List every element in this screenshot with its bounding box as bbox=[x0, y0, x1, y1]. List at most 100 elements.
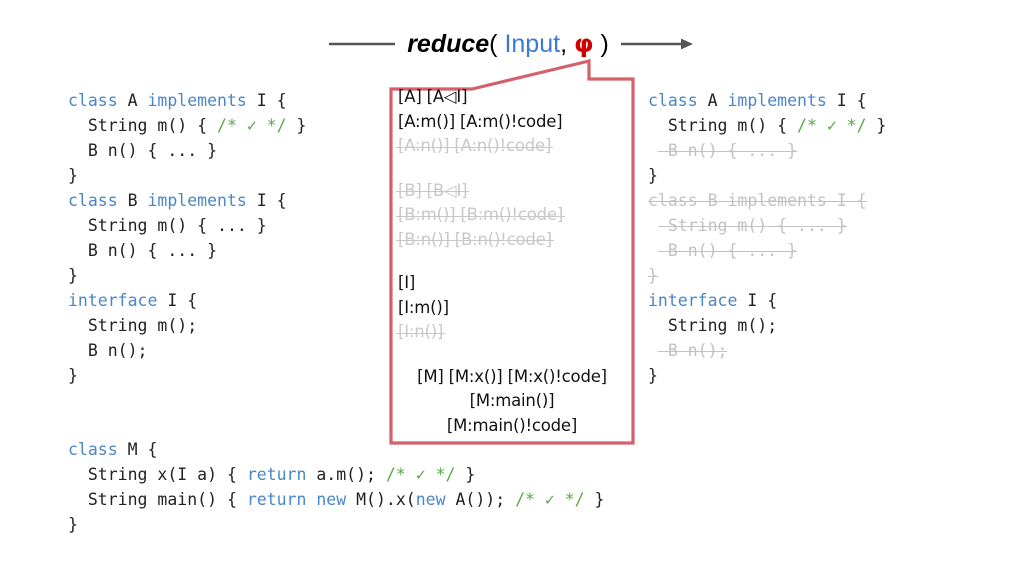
code-line: String m() { ... } bbox=[648, 213, 886, 238]
code-token: A bbox=[707, 91, 728, 110]
code-token: class bbox=[68, 191, 128, 210]
code-line: String m() { /* ✓ */ } bbox=[648, 113, 887, 138]
code-token: B n(); bbox=[667, 341, 728, 360]
code-line: interface I { bbox=[648, 288, 886, 313]
code-token: M { bbox=[127, 440, 158, 459]
code-line: } bbox=[68, 163, 306, 188]
code-line: class B implements I { bbox=[648, 188, 886, 213]
fact-line: [A:m()] [A:m()!code] bbox=[398, 111, 563, 131]
code-token: String m() { ... } bbox=[68, 216, 267, 235]
code-line: String m(); bbox=[68, 313, 306, 338]
code-token: } bbox=[286, 116, 307, 135]
struck-code: class B implements I { bbox=[648, 188, 867, 213]
code-token: } bbox=[648, 266, 658, 285]
fact-line-removed: [B:n()] [B:n()!code] bbox=[396, 228, 626, 253]
code-token: interface bbox=[648, 291, 748, 310]
code-token: B n() { ... } bbox=[667, 241, 798, 260]
fact-strikethrough: [B] [B◁I] bbox=[395, 179, 470, 204]
code-line: String m() { ... } bbox=[68, 213, 306, 238]
code-token: implements bbox=[147, 191, 257, 210]
code-token: String main() { bbox=[68, 490, 247, 509]
slide-canvas: reduce( Input, φ ) class A implements I … bbox=[0, 0, 1024, 576]
code-token: B bbox=[127, 191, 148, 210]
code-token: } bbox=[584, 490, 605, 509]
code-token: B n() { ... } bbox=[68, 141, 218, 160]
code-token: class bbox=[68, 440, 128, 459]
code-token: } bbox=[455, 465, 476, 484]
fact-line-removed: [B] [B◁I] bbox=[395, 179, 626, 204]
code-line: } bbox=[68, 512, 604, 537]
fact-strikethrough: [I:n()] bbox=[395, 320, 446, 345]
code-line: B n(); bbox=[648, 338, 886, 363]
input-program-code: class A implements I { String m() { /* ✓… bbox=[68, 88, 306, 388]
code-token: String x(I a) { bbox=[68, 465, 247, 484]
code-token: B n() { ... } bbox=[667, 141, 798, 160]
code-token: I { bbox=[747, 291, 778, 310]
code-line: B n(); bbox=[68, 338, 306, 363]
code-token: } bbox=[68, 366, 78, 385]
code-token: String m() { ... } bbox=[667, 216, 847, 235]
code-token: I { bbox=[256, 191, 287, 210]
code-token: } bbox=[866, 116, 887, 135]
code-line: } bbox=[648, 163, 886, 188]
code-token: a.m(); bbox=[316, 465, 386, 484]
code-token: implements bbox=[727, 91, 837, 110]
code-token: return new bbox=[246, 490, 357, 509]
analysis-facts-callout: [A] [A◁I] [A:m()] [A:m()!code] [A:n()] [A:… bbox=[388, 57, 636, 446]
close-paren: ) bbox=[600, 30, 609, 58]
fact-line: [A] [A◁I] bbox=[398, 87, 468, 106]
reduce-call-label: reduce( Input, φ ) bbox=[397, 31, 619, 57]
struck-code: B n() { ... } bbox=[657, 138, 798, 163]
code-token: /* ✓ */ bbox=[797, 116, 867, 135]
left-line-segment-icon bbox=[329, 42, 396, 46]
fact-line-removed: [B:m()] [B:m()!code] bbox=[395, 203, 626, 228]
code-token: M().x( bbox=[356, 490, 416, 509]
code-token: } bbox=[68, 515, 78, 534]
code-line: B n() { ... } bbox=[648, 138, 886, 163]
code-line: class A implements I { bbox=[648, 88, 886, 113]
code-token: String m(); bbox=[648, 316, 778, 335]
code-line: } bbox=[68, 263, 306, 288]
code-token: I { bbox=[836, 91, 867, 110]
code-line: B n() { ... } bbox=[68, 138, 306, 163]
code-token: /* ✓ */ bbox=[515, 490, 585, 509]
code-token: B n(); bbox=[68, 341, 148, 360]
code-token: String m() { bbox=[68, 116, 218, 135]
code-line: B n() { ... } bbox=[648, 238, 886, 263]
code-token: A bbox=[127, 91, 148, 110]
struck-code: String m() { ... } bbox=[657, 213, 847, 238]
fact-line: [M:main()] bbox=[469, 391, 555, 410]
code-token: I { bbox=[256, 91, 287, 110]
fact-group-spacer bbox=[398, 345, 626, 365]
code-line: String m(); bbox=[648, 313, 886, 338]
code-token: class B implements I { bbox=[648, 191, 867, 210]
arg-phi-label: φ bbox=[573, 29, 594, 58]
code-line: String x(I a) { return a.m(); /* ✓ */ } bbox=[68, 462, 604, 487]
code-token: interface bbox=[68, 291, 168, 310]
main-class-code: class M { String x(I a) { return a.m(); … bbox=[68, 437, 604, 537]
analysis-facts-list: [A] [A◁I] [A:m()] [A:m()!code] [A:n()] [A:… bbox=[388, 57, 636, 446]
code-token: class bbox=[68, 91, 128, 110]
fact-line: [M:main()!code] bbox=[446, 415, 578, 435]
fact-line: [I] bbox=[398, 273, 416, 292]
code-token: String m(); bbox=[68, 316, 198, 335]
code-line: } bbox=[648, 263, 886, 288]
code-token: } bbox=[648, 366, 658, 385]
code-token: implements bbox=[147, 91, 257, 110]
fact-strikethrough: [B:m()] [B:m()!code] bbox=[395, 203, 566, 228]
code-token: return bbox=[246, 465, 317, 484]
code-line: interface I { bbox=[68, 288, 306, 313]
arg-comma: , bbox=[560, 30, 568, 58]
fact-line-removed: [I:n()] bbox=[395, 320, 626, 345]
arg-input-label: Input bbox=[504, 30, 561, 58]
code-token: A()); bbox=[455, 490, 516, 509]
code-line: String m() { /* ✓ */ } bbox=[68, 113, 307, 138]
reduced-program-code: class A implements I { String m() { /* ✓… bbox=[648, 88, 886, 388]
open-paren: ( bbox=[489, 30, 498, 58]
code-line: String main() { return new M().x(new A()… bbox=[68, 487, 605, 512]
struck-code: B n() { ... } bbox=[657, 238, 798, 263]
struck-code: } bbox=[648, 263, 658, 288]
fact-line: [I:m()] bbox=[398, 297, 449, 317]
fact-line-removed: [A:n()] [A:n()!code] bbox=[395, 134, 626, 159]
reduce-function-name: reduce bbox=[407, 30, 490, 58]
